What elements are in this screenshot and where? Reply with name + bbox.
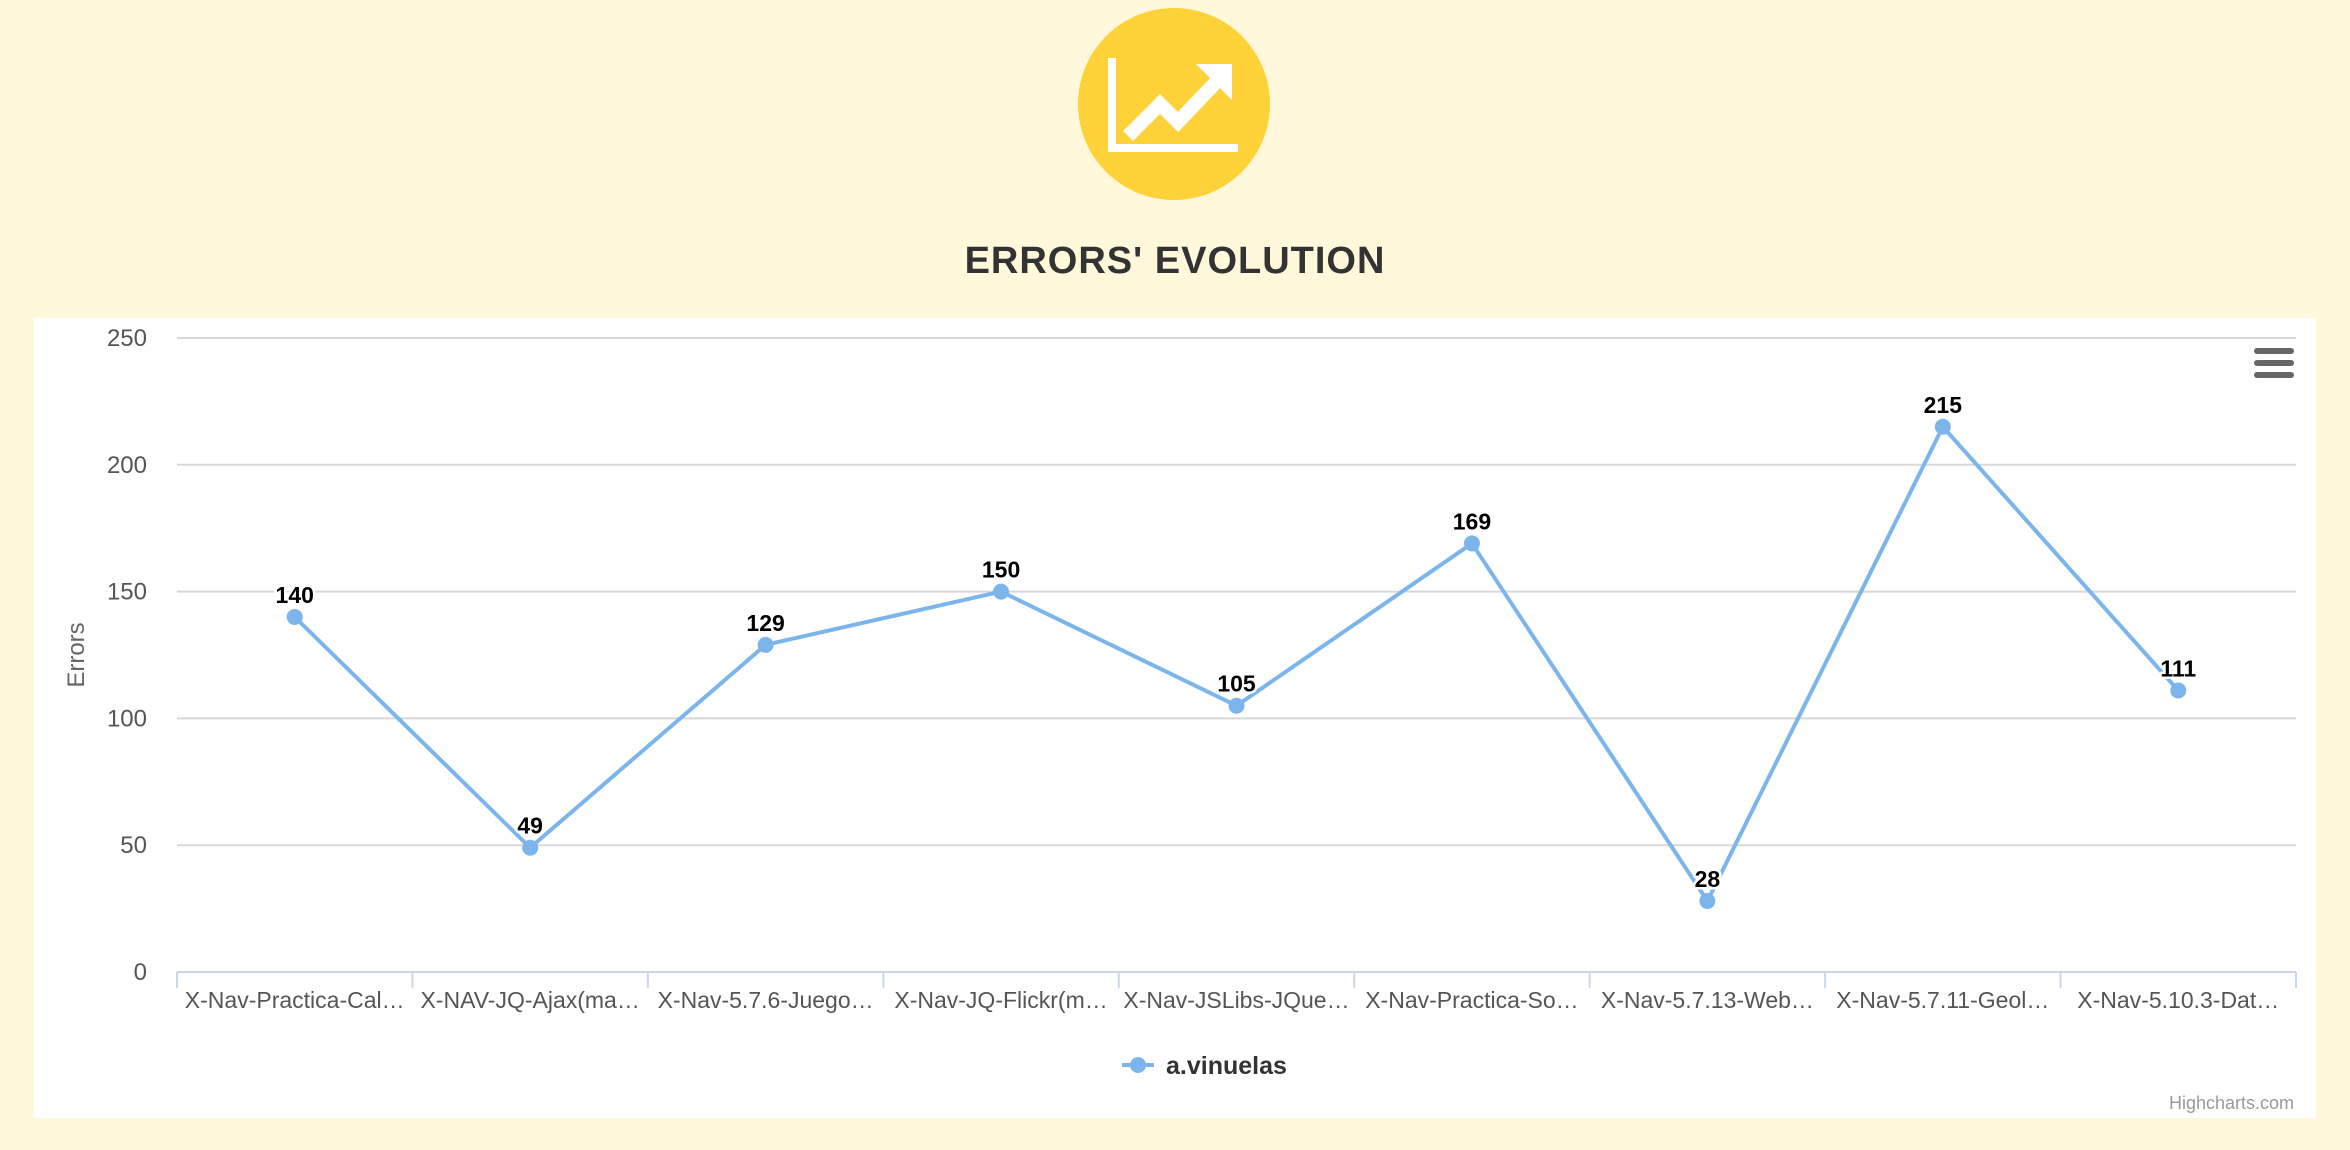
data-point [1463, 535, 1480, 552]
data-label: 111 [2160, 656, 2196, 682]
x-tick-label: X-Nav-Practica-So… [1365, 987, 1578, 1013]
x-tick-label: X-Nav-5.10.3-Dat… [2077, 987, 2279, 1013]
y-tick-label: 50 [120, 832, 147, 859]
x-tick-label: X-Nav-5.7.13-Web… [1601, 987, 1814, 1013]
data-point [1934, 418, 1951, 435]
hamburger-menu-icon[interactable] [2254, 348, 2294, 382]
data-point [2170, 682, 2187, 699]
data-label: 140 [276, 582, 314, 608]
data-label: 129 [746, 610, 784, 636]
y-tick-label: 100 [107, 705, 147, 732]
data-point [993, 583, 1010, 600]
data-point [1228, 697, 1245, 714]
x-tick-label: X-Nav-5.7.6-Juego… [658, 987, 874, 1013]
y-tick-label: 0 [134, 959, 147, 986]
x-tick-label: X-Nav-Practica-Cal… [185, 987, 405, 1013]
legend-marker [1130, 1057, 1146, 1073]
data-point [1699, 892, 1716, 909]
data-label: 215 [1924, 392, 1963, 418]
logo [1078, 8, 1270, 200]
y-tick-label: 200 [107, 452, 147, 479]
line-chart: 0 50 100 150 200 250 X-Nav-Practica-Cal… X-NAV-… [63, 325, 2297, 1080]
y-tick-label: 250 [107, 325, 147, 352]
page-title: ERRORS' EVOLUTION [964, 240, 1386, 282]
data-point [286, 608, 303, 625]
x-tick-label: X-Nav-JSLibs-JQue… [1123, 987, 1349, 1013]
data-label: 49 [517, 813, 543, 839]
data-point [522, 839, 539, 856]
data-label: 28 [1695, 866, 1721, 892]
data-label: 105 [1217, 671, 1256, 697]
series-line [293, 424, 2180, 903]
x-tick-label: X-Nav-JQ-Flickr(m… [894, 987, 1107, 1013]
credits-link[interactable]: Highcharts.com [2169, 1093, 2294, 1114]
chart-container: 0 50 100 150 200 250 X-Nav-Practica-Cal… X-NAV-… [34, 318, 2316, 1118]
data-label: 150 [982, 557, 1020, 583]
y-axis-title: Errors [63, 622, 90, 687]
x-tick-label: X-NAV-JQ-Ajax(ma… [420, 987, 639, 1013]
trend-chart-icon [1108, 58, 1238, 152]
legend-item[interactable]: a.vinuelas [1122, 1052, 1287, 1080]
legend-label: a.vinuelas [1166, 1052, 1287, 1080]
data-point [757, 636, 774, 653]
data-label: 169 [1453, 508, 1491, 534]
y-tick-label: 150 [107, 579, 147, 606]
x-tick-label: X-Nav-5.7.11-Geol… [1836, 987, 2049, 1013]
